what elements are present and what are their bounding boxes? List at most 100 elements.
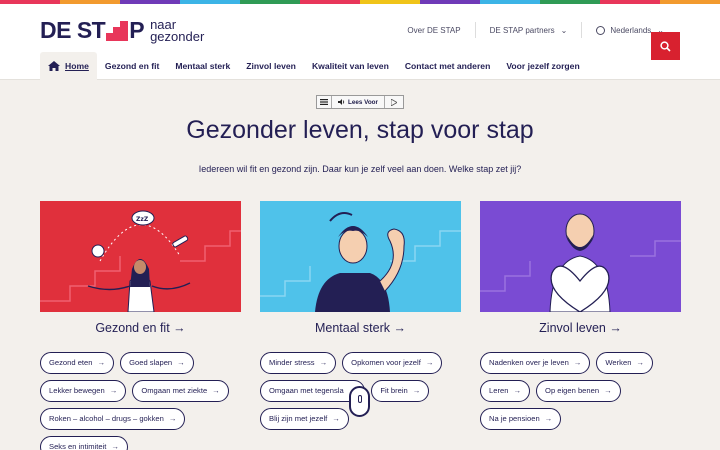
arrow-right-icon: → (393, 321, 407, 335)
tag-blij-zijn-met-jezelf[interactable]: Blij zijn met jezelf → (260, 408, 349, 430)
nav-item-gezond-en-fit[interactable]: Gezond en fit (97, 52, 167, 80)
play-button[interactable] (385, 96, 403, 108)
arrow-right-icon: → (212, 386, 220, 395)
read-aloud-menu-button[interactable] (317, 96, 332, 108)
arrow-right-icon: → (573, 358, 582, 367)
site-logo[interactable]: DE ST P naar gezonder (40, 17, 204, 44)
nav-item-home[interactable]: Home (40, 52, 97, 80)
nav-home-label: Home (65, 61, 89, 71)
mentaal-sterk-illustration[interactable] (260, 201, 461, 312)
tag-label: Blij zijn met jezelf (269, 414, 328, 423)
about-link[interactable]: Over DE STAP (407, 26, 460, 35)
nav-item-kwaliteit-van-leven[interactable]: Kwaliteit van leven (304, 52, 397, 80)
zzz-text: ZzZ (136, 216, 149, 223)
tag-omgaan-met-ziekte[interactable]: Omgaan met ziekte → (132, 380, 229, 402)
category-title: Zinvol leven (539, 321, 606, 335)
nav-item-voor-jezelf-zorgen[interactable]: Voor jezelf zorgen (498, 52, 587, 80)
site-header: DE ST P naar gezonder Over DE STAP DE ST… (0, 4, 720, 52)
tag-label: Lekker bewegen (49, 386, 105, 395)
tag-label: Minder stress (269, 358, 315, 367)
category-title-link[interactable]: Zinvol leven → (480, 321, 681, 335)
tag-leren[interactable]: Leren → (480, 380, 531, 402)
arrow-right-icon: → (412, 386, 421, 395)
category-title-link[interactable]: Mentaal sterk → (260, 321, 461, 335)
nav-item-zinvol-leven[interactable]: Zinvol leven (238, 52, 304, 80)
tag-label: Fit brein (380, 386, 408, 395)
category-title-link[interactable]: Gezond en fit → (40, 321, 241, 335)
partners-link[interactable]: DE STAP partners ⌄ (490, 26, 568, 35)
scroll-mouse-icon (349, 386, 370, 417)
home-icon (48, 61, 60, 71)
language-label: Nederlands (610, 25, 652, 35)
category-title: Mentaal sterk (314, 321, 391, 335)
tag-na-je-pensioen[interactable]: Na je pensioen → (480, 408, 562, 430)
speaker-icon (338, 99, 345, 105)
zinvol-leven-illustration[interactable] (480, 201, 681, 312)
intro-text: Iedereen wil fit en gezond zijn. Daar ku… (198, 164, 522, 174)
arrow-right-icon: → (513, 386, 522, 395)
read-aloud-bar: Lees Voor (316, 95, 404, 109)
arrow-right-icon: → (604, 386, 612, 395)
arrow-right-icon: → (97, 358, 106, 367)
tag-label: Na je pensioen (489, 414, 540, 423)
tag-label: Omgaan met tegensla (269, 386, 344, 395)
arrow-right-icon: → (332, 414, 340, 423)
tag-label: Opkomen voor jezelf (351, 358, 421, 367)
tag-list: Nadenken over je leven → Werken → Leren → O… (480, 352, 690, 430)
menu-icon (320, 99, 328, 105)
top-links: Over DE STAP DE STAP partners ⌄ Nederland… (407, 22, 664, 38)
play-icon (391, 98, 397, 106)
stairs-icon (106, 20, 129, 41)
arrow-right-icon: → (109, 386, 118, 395)
tag-goed-slapen[interactable]: Goed slapen → (120, 352, 194, 374)
tag-minder-stress[interactable]: Minder stress → (260, 352, 337, 374)
gezond-en-fit-illustration[interactable]: ZzZ (40, 201, 241, 312)
tag-gezond-eten[interactable]: Gezond eten → (40, 352, 115, 374)
arrow-right-icon: → (177, 358, 185, 367)
arrow-right-icon: → (168, 414, 177, 423)
tag-label: Omgaan met ziekte (141, 386, 208, 395)
tag-lekker-bewegen[interactable]: Lekker bewegen → (40, 380, 127, 402)
tag-seks-en-intimiteit[interactable]: Seks en intimiteit → (40, 436, 128, 450)
arrow-right-icon: → (111, 442, 119, 450)
tag-label: Op eigen benen (545, 386, 600, 395)
arrow-right-icon: → (544, 414, 553, 423)
tag-op-eigen-benen[interactable]: Op eigen benen → (536, 380, 621, 402)
read-aloud-label: Lees Voor (348, 98, 378, 106)
divider (474, 22, 476, 38)
tag-label: Seks en intimiteit (49, 442, 107, 450)
tag-label: Nadenken over je leven (489, 358, 569, 367)
strong-woman-illustration (260, 212, 461, 312)
tag-list: Gezond eten → Goed slapen → Lekker bewegen… (40, 352, 250, 450)
page-title: Gezonder leven, stap voor stap (186, 116, 534, 144)
arrow-right-icon: → (609, 321, 622, 335)
chevron-down-icon: ⌄ (560, 25, 568, 35)
read-aloud-button[interactable]: Lees Voor (332, 96, 385, 108)
nav-item-mentaal-sterk[interactable]: Mentaal sterk (167, 52, 238, 80)
juggling-woman-illustration: ZzZ (40, 210, 241, 312)
tag-roken-alcohol-drugs-gokken[interactable]: Roken – alcohol – drugs – gokken → (40, 408, 186, 430)
tag-label: Werken (605, 358, 632, 367)
divider (581, 22, 583, 38)
tag-label: Gezond eten (49, 358, 93, 367)
globe-icon (596, 25, 606, 35)
tag-label: Roken – alcohol – drugs – gokken (49, 414, 164, 423)
tag-nadenken-over-je-leven[interactable]: Nadenken over je leven → (480, 352, 591, 374)
category-title: Gezond en fit (95, 321, 170, 335)
category-zinvol-leven: Zinvol leven → Nadenken over je leven → W… (480, 201, 681, 430)
arrow-right-icon: → (636, 358, 645, 367)
nav-item-contact-met-anderen[interactable]: Contact met anderen (397, 52, 498, 80)
tag-label: Leren (489, 386, 509, 395)
logo-sub-2: gezonder (150, 28, 205, 44)
partners-label: DE STAP partners (489, 25, 555, 35)
logo-text-a: DE ST (40, 17, 106, 43)
arrow-right-icon: → (319, 358, 328, 367)
tag-opkomen-voor-jezelf[interactable]: Opkomen voor jezelf → (342, 352, 443, 374)
tag-werken[interactable]: Werken → (596, 352, 654, 374)
arrow-right-icon: → (173, 321, 186, 335)
search-icon (660, 40, 671, 52)
tag-fit-brein[interactable]: Fit brein → (371, 380, 430, 402)
search-button[interactable] (651, 32, 680, 60)
man-with-heart-illustration (480, 213, 681, 312)
category-gezond-en-fit: ZzZ Gezond en fit → Gezond eten → Goed sl… (40, 201, 241, 450)
